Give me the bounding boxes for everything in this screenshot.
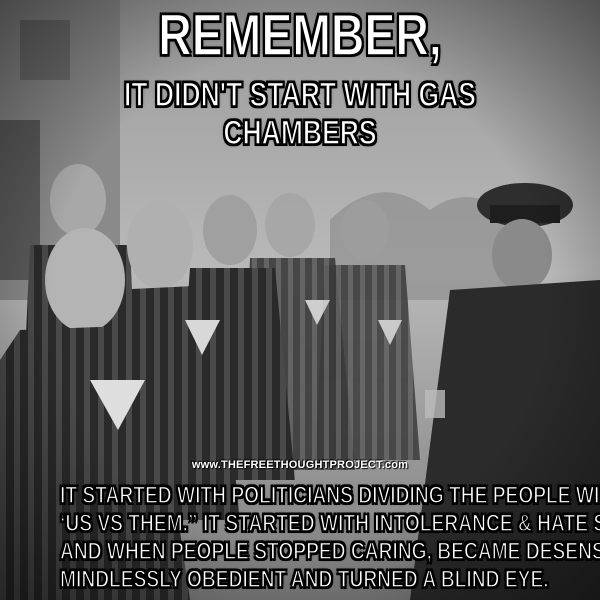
caption-line: ‘US VS THEM.” IT STARTED WITH INTOLERANC… (59, 509, 600, 538)
meme-image: REMEMBER, IT DIDN'T START WITH GAS CHAMB… (0, 0, 600, 600)
headline-subtitle: IT DIDN'T START WITH GAS CHAMBERS (123, 75, 476, 153)
website-watermark: www.THEFREETHOUGHTPROJECT.com (191, 459, 409, 471)
caption-line: AND WHEN PEOPLE STOPPED CARING, BECAME D… (59, 537, 600, 566)
body-caption: IT STARTED WITH POLITICIANS DIVIDING THE… (0, 481, 600, 594)
headline-remember: REMEMBER, (158, 3, 443, 69)
caption-line: MINDLESSLY OBEDIENT AND TURNED A BLIND E… (59, 565, 549, 594)
caption-line: IT STARTED WITH POLITICIANS DIVIDING THE… (59, 481, 600, 510)
